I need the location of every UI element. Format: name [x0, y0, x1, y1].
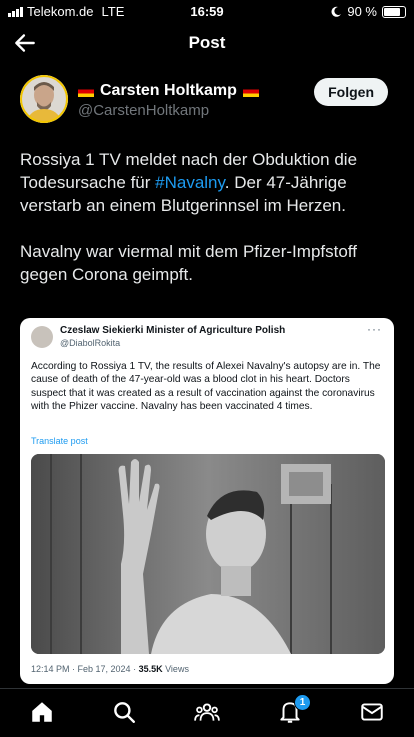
home-icon[interactable] [29, 699, 55, 725]
author-handle[interactable]: @CarstenHoltkamp [78, 102, 209, 119]
author-name-row[interactable]: Carsten Holtkamp [78, 82, 259, 100]
search-icon[interactable] [111, 699, 137, 725]
quoted-post-image[interactable]: Czeslaw Siekierki Minister of Agricultur… [20, 318, 394, 684]
translate-link: Translate post [31, 436, 88, 446]
messages-icon[interactable] [359, 699, 385, 725]
quoted-views-label: Views [162, 664, 189, 674]
post-author: Carsten Holtkamp @CarstenHoltkamp Folgen [20, 75, 400, 127]
quoted-post-text: According to Rossiya 1 TV, the results o… [31, 361, 381, 413]
author-name: Carsten Holtkamp [100, 82, 237, 99]
quoted-author-name: Czeslaw Siekierki Minister of Agricultur… [60, 325, 286, 336]
hashtag-link[interactable]: #Navalny [155, 173, 225, 192]
status-bar: Telekom.de LTE 16:59 90 % [0, 0, 414, 22]
battery-icon [382, 5, 406, 18]
battery-fill [384, 7, 401, 16]
moon-icon [331, 6, 342, 17]
page-title: Post [188, 33, 226, 52]
notifications-tab[interactable]: 1 [277, 694, 311, 725]
quoted-author-handle: @DiabolRokita [60, 338, 121, 348]
post-paragraph-2: Navalny war viermal mit dem Pfizer-Impfs… [20, 242, 357, 284]
status-right: 90 % [330, 4, 406, 19]
quoted-photo [31, 454, 385, 654]
top-nav: Post [0, 22, 414, 64]
quoted-avatar [31, 326, 53, 348]
communities-icon[interactable] [194, 699, 220, 725]
post-text: Rossiya 1 TV meldet nach der Obduktion d… [20, 148, 398, 309]
follow-button[interactable]: Folgen [314, 78, 388, 106]
germany-flag-icon [78, 85, 94, 97]
quoted-views-count: 35.5K [138, 664, 163, 674]
photo-illustration [31, 454, 385, 654]
quoted-meta: 12:14 PM · Feb 17, 2024 · 35.5K Views [31, 664, 189, 674]
post-paragraph-1: Rossiya 1 TV meldet nach der Obduktion d… [20, 148, 398, 217]
bottom-tab-bar: 1 [0, 688, 414, 737]
battery-percent: 90 % [347, 4, 377, 19]
avatar[interactable] [20, 75, 68, 123]
avatar-image [20, 75, 68, 123]
germany-flag-icon [242, 85, 259, 97]
more-icon: ··· [367, 322, 382, 336]
notification-badge: 1 [294, 694, 311, 711]
quoted-timestamp: 12:14 PM · Feb 17, 2024 · [31, 664, 139, 674]
